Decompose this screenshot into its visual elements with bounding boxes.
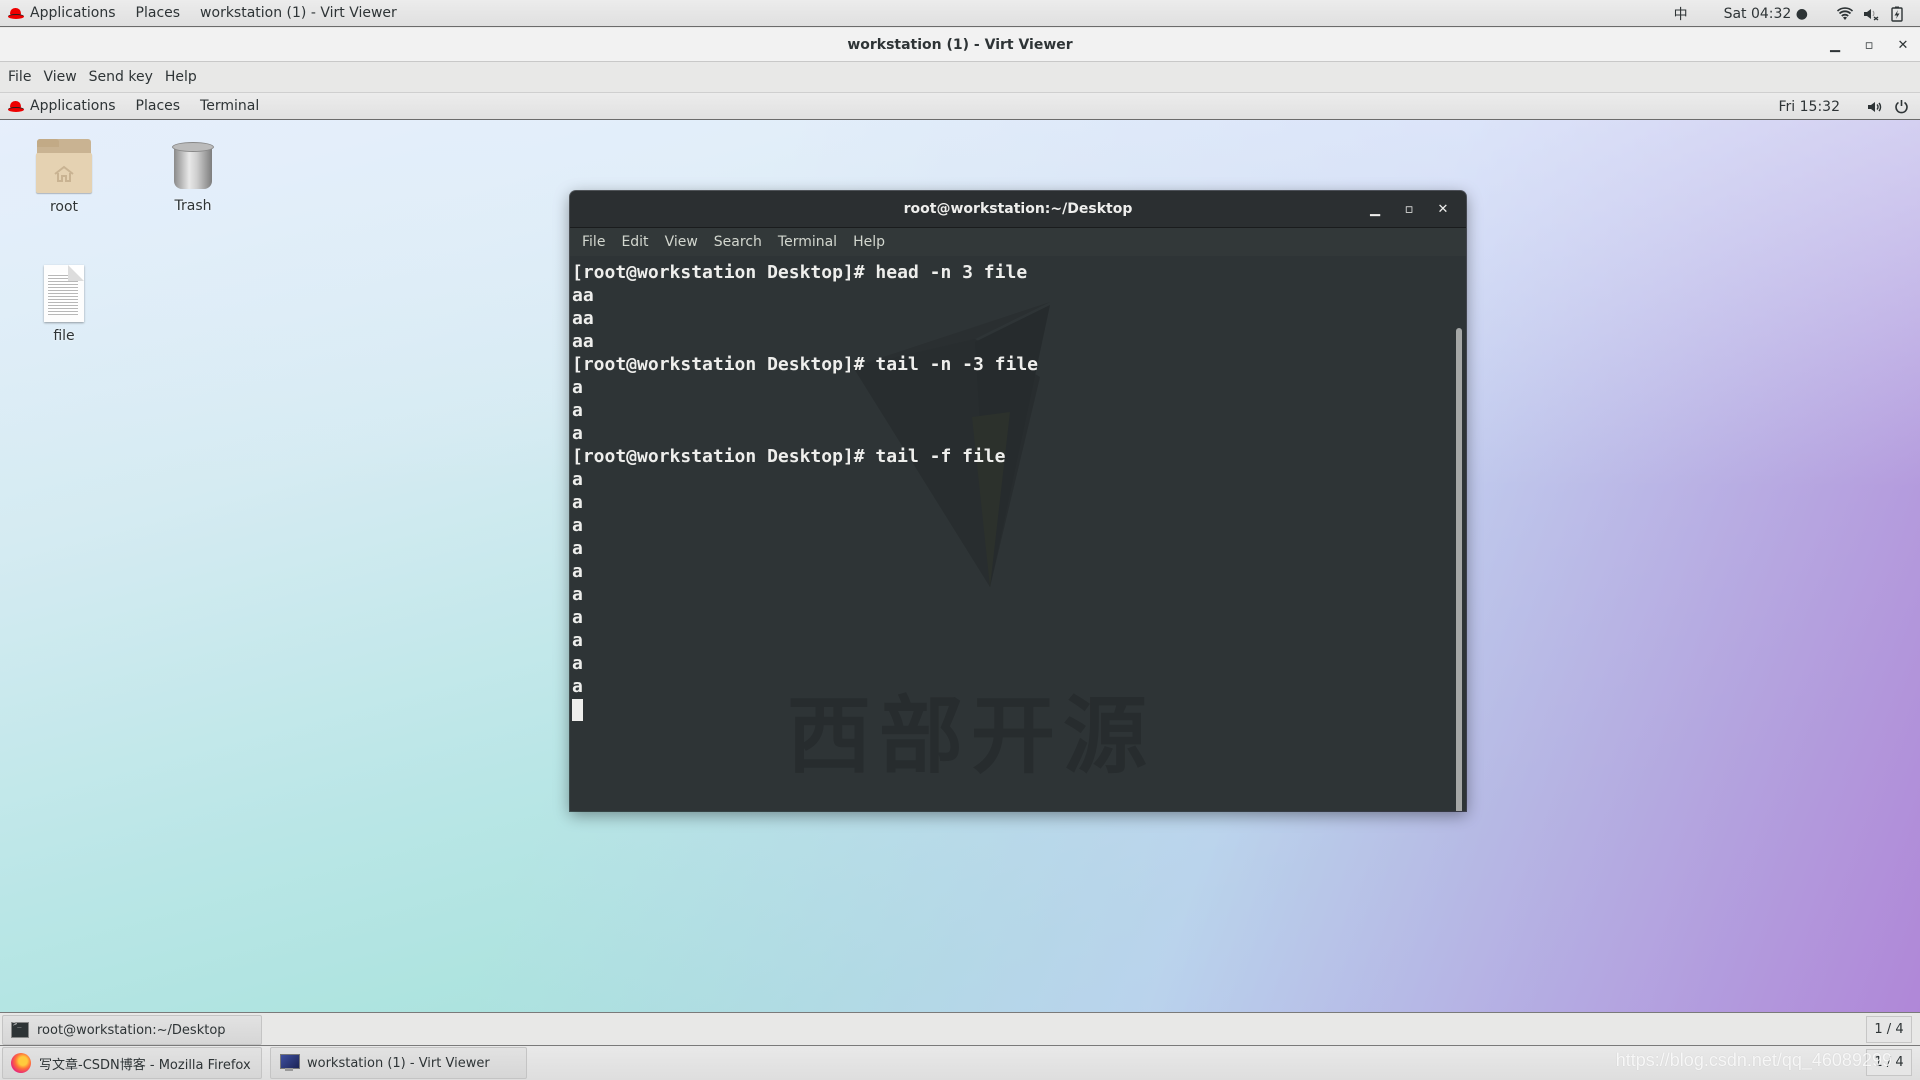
maximize-button[interactable]: ▫ <box>1852 38 1886 53</box>
task-label: root@workstation:~/Desktop <box>37 1022 226 1038</box>
guest-terminal-menu[interactable]: Terminal <box>190 93 269 119</box>
host-taskbar: 写文章-CSDN博客 - Mozilla Firefox workstation… <box>0 1045 1920 1080</box>
desktop-icon-label: file <box>53 328 75 344</box>
terminal-line: aa <box>572 285 594 306</box>
terminal-line: a <box>572 423 583 444</box>
guest-applications-menu[interactable]: Applications <box>0 93 126 119</box>
terminal-line: a <box>572 515 583 536</box>
terminal-line: a <box>572 584 583 605</box>
input-method-indicator[interactable]: 中 <box>1668 0 1694 27</box>
guest-applications-label: Applications <box>30 98 116 114</box>
terminal-line: a <box>572 538 583 559</box>
redhat-logo-icon <box>8 8 24 19</box>
wifi-icon[interactable] <box>1832 0 1858 27</box>
desktop-icon-trash[interactable]: Trash <box>143 142 243 214</box>
desktop-icon-label: Trash <box>174 198 212 214</box>
host-task-virt-viewer[interactable]: workstation (1) - Virt Viewer <box>270 1047 527 1079</box>
text-file-icon <box>44 265 84 322</box>
volume-muted-icon[interactable] <box>1858 0 1884 27</box>
guest-taskbar: root@workstation:~/Desktop 1 / 4 <box>0 1012 1920 1045</box>
guest-display[interactable]: Applications Places Terminal Fri 15:32 r… <box>0 93 1920 1080</box>
menu-help[interactable]: Help <box>159 69 203 85</box>
terminal-menu-view[interactable]: View <box>657 234 706 250</box>
terminal-line: [root@workstation Desktop]# tail -n -3 f… <box>572 354 1038 375</box>
home-folder-icon <box>36 139 92 193</box>
terminal-line: a <box>572 400 583 421</box>
terminal-cursor-line <box>572 698 1038 721</box>
terminal-minimize-button[interactable]: ▁ <box>1358 202 1392 217</box>
terminal-title: root@workstation:~/Desktop <box>903 201 1133 217</box>
host-applications-menu[interactable]: Applications <box>0 0 126 26</box>
terminal-line: a <box>572 630 583 651</box>
guest-task-terminal[interactable]: root@workstation:~/Desktop <box>2 1015 262 1045</box>
host-task-firefox[interactable]: 写文章-CSDN博客 - Mozilla Firefox <box>2 1047 262 1079</box>
host-top-bar: Applications Places workstation (1) - Vi… <box>0 0 1920 27</box>
desktop-icon-label: root <box>49 199 79 215</box>
menu-send-key[interactable]: Send key <box>83 69 159 85</box>
host-places-menu[interactable]: Places <box>126 0 191 26</box>
terminal-line: a <box>572 561 583 582</box>
terminal-window[interactable]: root@workstation:~/Desktop ▁ ▫ ✕ File Ed… <box>570 191 1466 811</box>
redhat-logo-icon <box>8 101 24 112</box>
terminal-icon <box>11 1020 29 1038</box>
terminal-output[interactable]: 西部开源 [root@workstation Desktop]# head -n… <box>570 257 1466 811</box>
task-label: workstation (1) - Virt Viewer <box>307 1055 490 1071</box>
terminal-titlebar[interactable]: root@workstation:~/Desktop ▁ ▫ ✕ <box>570 191 1466 228</box>
guest-workspace-indicator[interactable]: 1 / 4 <box>1866 1016 1912 1043</box>
terminal-menu-file[interactable]: File <box>574 234 613 250</box>
terminal-line: a <box>572 607 583 628</box>
terminal-close-button[interactable]: ✕ <box>1426 202 1460 217</box>
terminal-menu-edit[interactable]: Edit <box>613 234 656 250</box>
virt-viewer-titlebar[interactable]: workstation (1) - Virt Viewer ▁ ▫ ✕ <box>0 28 1920 62</box>
guest-top-bar: Applications Places Terminal Fri 15:32 <box>0 93 1920 120</box>
terminal-menu-terminal[interactable]: Terminal <box>770 234 845 250</box>
menu-view[interactable]: View <box>37 69 82 85</box>
terminal-line: a <box>572 676 583 697</box>
power-icon[interactable] <box>1888 93 1914 120</box>
minimize-button[interactable]: ▁ <box>1818 38 1852 53</box>
close-button[interactable]: ✕ <box>1886 38 1920 53</box>
terminal-line: [root@workstation Desktop]# tail -f file <box>572 446 1006 467</box>
terminal-line: a <box>572 469 583 490</box>
terminal-line: a <box>572 377 583 398</box>
host-active-window-menu[interactable]: workstation (1) - Virt Viewer <box>190 0 407 26</box>
terminal-line: aa <box>572 308 594 329</box>
task-label: 写文章-CSDN博客 - Mozilla Firefox <box>39 1057 251 1073</box>
guest-clock[interactable]: Fri 15:32 <box>1779 99 1840 115</box>
terminal-menu-help[interactable]: Help <box>845 234 893 250</box>
terminal-line: [root@workstation Desktop]# head -n 3 fi… <box>572 262 1028 283</box>
host-applications-label: Applications <box>30 5 116 21</box>
volume-icon[interactable] <box>1862 93 1888 120</box>
terminal-line: a <box>572 492 583 513</box>
guest-places-menu[interactable]: Places <box>126 93 191 119</box>
terminal-lines: [root@workstation Desktop]# head -n 3 fi… <box>572 261 1038 721</box>
desktop-icon-file[interactable]: file <box>14 265 114 344</box>
terminal-menubar: File Edit View Search Terminal Help <box>570 228 1466 256</box>
virt-viewer-menubar: File View Send key Help <box>0 62 1920 93</box>
menu-file[interactable]: File <box>2 69 37 85</box>
terminal-cursor <box>572 699 583 721</box>
firefox-icon <box>11 1053 31 1073</box>
virt-viewer-icon <box>279 1054 300 1072</box>
terminal-line: a <box>572 653 583 674</box>
terminal-menu-search[interactable]: Search <box>706 234 770 250</box>
trash-icon <box>172 142 214 192</box>
virt-viewer-title: workstation (1) - Virt Viewer <box>847 36 1073 53</box>
url-watermark: https://blog.csdn.net/qq_46089299 <box>1615 1050 1892 1070</box>
terminal-line: aa <box>572 331 594 352</box>
desktop-icon-root[interactable]: root <box>14 139 114 215</box>
battery-charging-icon[interactable] <box>1884 0 1910 27</box>
terminal-maximize-button[interactable]: ▫ <box>1392 202 1426 217</box>
host-clock[interactable]: Sat 04:32 ● <box>1724 6 1808 22</box>
